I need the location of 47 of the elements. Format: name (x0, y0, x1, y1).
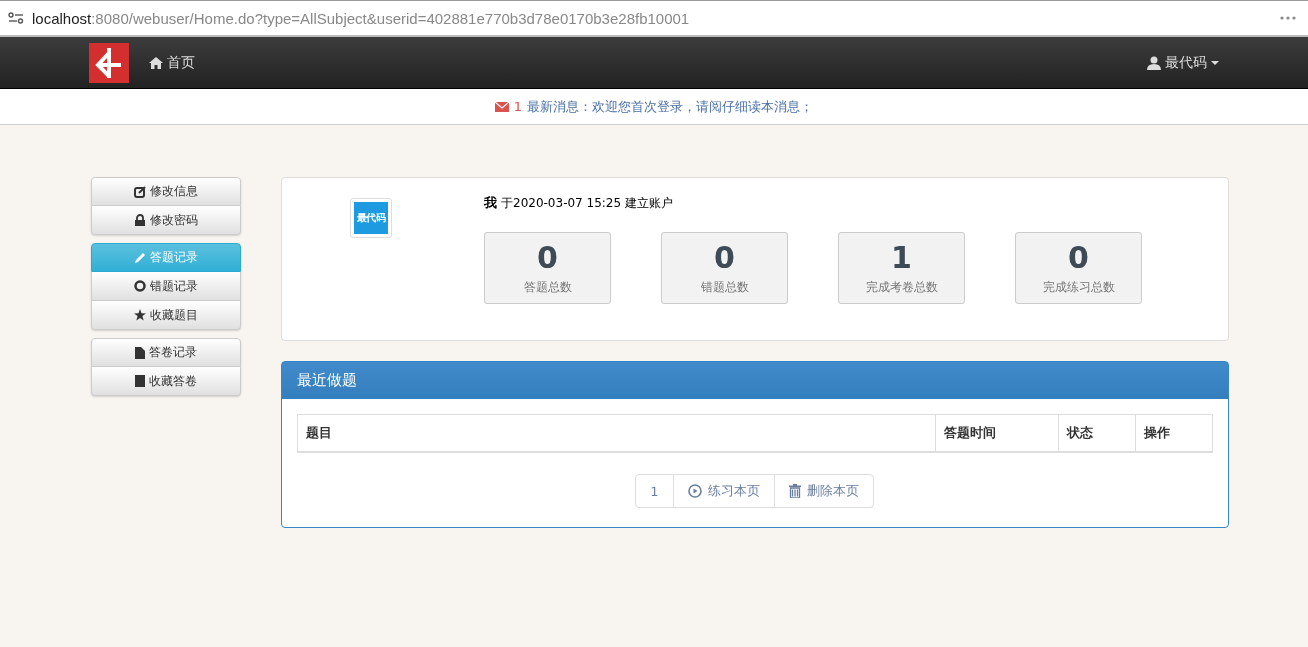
edit-icon (134, 185, 146, 198)
stat-label: 完成练习总数 (1042, 279, 1115, 296)
home-icon (149, 56, 163, 69)
avatar-logo: 最代码 (354, 202, 388, 234)
sidebar-item[interactable]: 修改信息 (91, 177, 241, 206)
practice-page-button[interactable]: 练习本页 (672, 474, 775, 508)
logo-icon[interactable] (89, 42, 129, 83)
lock-icon (134, 214, 146, 226)
column-header: 答题时间 (935, 414, 1059, 452)
caret-icon (1211, 60, 1219, 65)
stat-label: 完成考卷总数 (865, 279, 938, 296)
envelope-icon (494, 101, 509, 112)
user-icon (1147, 55, 1161, 70)
star-icon (134, 309, 146, 321)
sidebar-item[interactable]: 错题记录 (91, 272, 241, 301)
sidebar-item[interactable]: 修改密码 (91, 206, 241, 235)
address-bar[interactable]: localhost:8080/webuser/Home.do?type=AllSubject&userid=402881e770b3d78e0170b3e28fb10001 (0, 0, 1308, 37)
column-header: 题目 (297, 414, 936, 452)
panel-title: 最近做题 (297, 371, 357, 390)
stat-label: 错题总数 (700, 279, 749, 296)
delete-page-button[interactable]: 删除本页 (773, 474, 874, 508)
user-name: 我 (484, 195, 497, 210)
stat-label: 答题总数 (523, 279, 572, 296)
stat-value: 0 (714, 239, 735, 277)
pencil-icon (134, 251, 146, 264)
ring-icon (134, 280, 146, 292)
trash-icon (788, 484, 801, 498)
home-link[interactable]: 首页 (149, 53, 195, 72)
sidebar-item[interactable]: 答卷记录 (91, 338, 241, 367)
more-icon[interactable] (1280, 16, 1296, 20)
created-text: 于2020-03-07 15:25 建立账户 (501, 196, 673, 210)
stat-value: 0 (1068, 239, 1089, 277)
message-count: 1 (513, 99, 523, 114)
sidebar-item[interactable]: 收藏答卷 (91, 367, 241, 396)
play-icon (687, 484, 702, 498)
url-text: localhost:8080/webuser/Home.do?type=AllSubject&userid=402881e770b3d78e0170b3e28fb10001 (32, 9, 691, 27)
page-number[interactable]: 1 (635, 474, 674, 508)
column-header: 操作 (1135, 414, 1213, 452)
book-icon (135, 375, 145, 387)
sidebar-item[interactable]: 收藏题目 (91, 301, 241, 330)
notice-text[interactable]: 最新消息：欢迎您首次登录，请阅仔细读本消息； (527, 97, 814, 116)
user-menu[interactable]: 最代码 (1147, 53, 1219, 72)
stat-value: 0 (537, 239, 558, 277)
stat-value: 1 (891, 239, 912, 277)
column-header: 状态 (1058, 414, 1136, 452)
file-icon (135, 346, 145, 359)
site-info-icon[interactable] (8, 12, 24, 24)
